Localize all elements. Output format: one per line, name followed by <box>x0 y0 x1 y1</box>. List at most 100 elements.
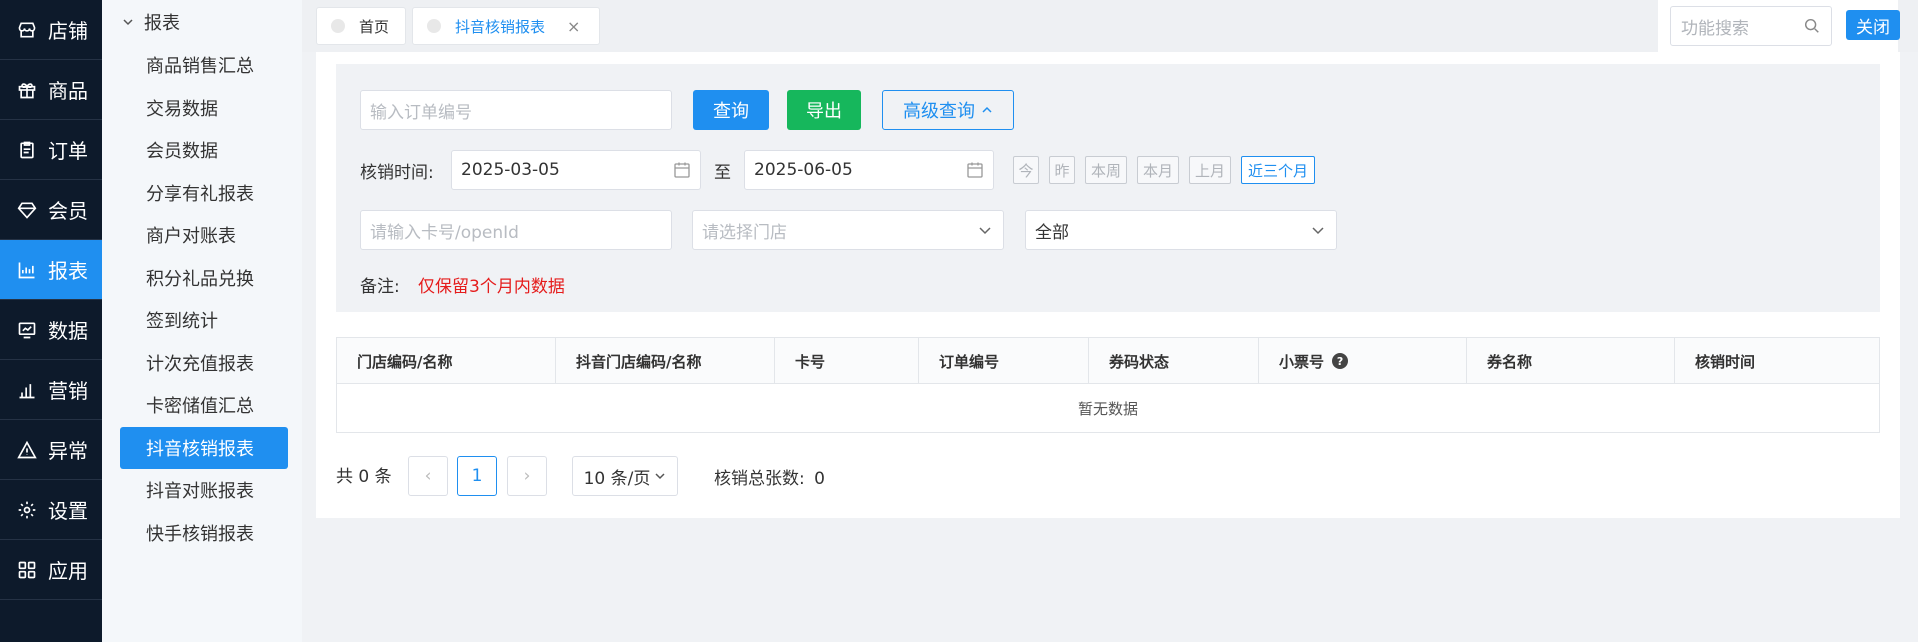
nav-label: 订单 <box>48 139 88 163</box>
chevron-down-icon <box>123 19 133 26</box>
verify-total-value: 0 <box>814 469 825 489</box>
subnav-group-header[interactable]: 报表 <box>102 0 302 44</box>
nav-item-orders[interactable]: 订单 <box>0 120 102 180</box>
subnav-item-goods-sales[interactable]: 商品销售汇总 <box>102 44 302 87</box>
range-separator: 至 <box>714 163 731 183</box>
total-count: 共 0 条 <box>336 467 392 487</box>
subnav-item-douyin-reconcile[interactable]: 抖音对账报表 <box>102 469 302 512</box>
calendar-icon <box>674 162 690 178</box>
table-header: 门店编码/名称 抖音门店编码/名称 卡号 订单编号 券码状态 小票号 ? 券名称… <box>337 338 1879 384</box>
chevron-down-icon <box>1312 227 1324 235</box>
col-order-no: 订单编号 <box>919 338 1089 384</box>
bar-chart-icon <box>16 259 38 281</box>
tab-label: 抖音核销报表 <box>455 17 546 36</box>
subnav-item-share-gift[interactable]: 分享有礼报表 <box>102 172 302 215</box>
quick-this-week[interactable]: 本周 <box>1085 156 1127 184</box>
nav-item-settings[interactable]: 设置 <box>0 480 102 540</box>
warning-icon <box>16 439 38 461</box>
col-douyin-store: 抖音门店编码/名称 <box>556 338 775 384</box>
advanced-query-button[interactable]: 高级查询 <box>882 90 1014 130</box>
store-icon <box>16 19 38 41</box>
col-verify-time: 核销时间 <box>1695 352 1756 371</box>
close-button[interactable]: 关闭 <box>1846 10 1900 40</box>
search-placeholder: 功能搜索 <box>1681 18 1749 39</box>
advanced-query-label: 高级查询 <box>903 101 975 122</box>
order-no-input[interactable]: 输入订单编号 <box>360 90 672 130</box>
nav-label: 设置 <box>48 499 88 523</box>
status-value: 全部 <box>1035 222 1069 243</box>
nav-item-members[interactable]: 会员 <box>0 180 102 240</box>
col-code-status: 券码状态 <box>1089 338 1259 384</box>
nav-label: 店铺 <box>48 19 88 43</box>
function-search-input[interactable]: 功能搜索 <box>1670 6 1832 46</box>
quick-today[interactable]: 今 <box>1013 156 1039 184</box>
status-select[interactable]: 全部 <box>1025 210 1337 250</box>
subnav-item-kuaishou-verify[interactable]: 快手核销报表 <box>102 512 302 555</box>
subnav-item-merchant-reconcile[interactable]: 商户对账表 <box>102 214 302 257</box>
verify-total-label: 核销总张数: <box>714 469 805 489</box>
order-no-placeholder: 输入订单编号 <box>370 102 472 123</box>
nav-label: 营销 <box>48 379 88 403</box>
subnav-group-title: 报表 <box>144 13 180 34</box>
column-chart-icon <box>16 379 38 401</box>
next-page-button[interactable]: › <box>507 456 547 496</box>
close-icon[interactable]: × <box>567 17 580 36</box>
tab-dot <box>427 19 441 33</box>
clipboard-icon <box>16 139 38 161</box>
store-placeholder: 请选择门店 <box>702 222 787 243</box>
subnav-item-count-recharge[interactable]: 计次充值报表 <box>102 342 302 385</box>
data-table: 门店编码/名称 抖音门店编码/名称 卡号 订单编号 券码状态 小票号 ? 券名称… <box>336 337 1880 433</box>
nav-label: 会员 <box>48 199 88 223</box>
subnav-item-douyin-verify[interactable]: 抖音核销报表 <box>120 426 288 469</box>
card-no-placeholder: 请输入卡号/openId <box>370 222 519 243</box>
nav-label: 异常 <box>48 439 88 463</box>
date-start-input[interactable]: 2025-03-05 <box>451 150 701 190</box>
chevron-up-icon <box>982 106 992 113</box>
grid-icon <box>16 559 38 581</box>
sub-nav: 报表 商品销售汇总 交易数据 会员数据 分享有礼报表 商户对账表 积分礼品兑换 … <box>102 0 302 642</box>
nav-item-goods[interactable]: 商品 <box>0 60 102 120</box>
chevron-down-icon <box>979 227 991 235</box>
prev-page-button[interactable]: ‹ <box>408 456 448 496</box>
tab-douyin-verify[interactable]: 抖音核销报表 × <box>412 7 600 45</box>
col-store: 门店编码/名称 <box>337 338 556 384</box>
help-icon[interactable]: ? <box>1332 353 1349 369</box>
col-receipt-no: 小票号 ? <box>1259 338 1467 384</box>
quick-yesterday[interactable]: 昨 <box>1049 156 1075 184</box>
main-nav: 店铺 商品 订单 会员 报表 数据 营销 异常 设置 应用 <box>0 0 102 642</box>
nav-label: 报表 <box>48 259 88 283</box>
nav-item-apps[interactable]: 应用 <box>0 540 102 600</box>
date-end-input[interactable]: 2025-06-05 <box>744 150 994 190</box>
nav-item-marketing[interactable]: 营销 <box>0 360 102 420</box>
tab-home[interactable]: 首页 <box>316 7 406 45</box>
date-start-value: 2025-03-05 <box>461 160 560 180</box>
chevron-down-icon <box>655 473 665 480</box>
quick-last-month[interactable]: 上月 <box>1189 156 1231 184</box>
page-size-select[interactable]: 10 条/页 <box>572 456 678 496</box>
nav-item-store[interactable]: 店铺 <box>0 0 102 60</box>
subnav-item-checkin[interactable]: 签到统计 <box>102 299 302 342</box>
quick-this-month[interactable]: 本月 <box>1137 156 1179 184</box>
export-button[interactable]: 导出 <box>787 90 861 130</box>
nav-label: 商品 <box>48 79 88 103</box>
card-no-input[interactable]: 请输入卡号/openId <box>360 210 672 250</box>
nav-item-data[interactable]: 数据 <box>0 300 102 360</box>
subnav-item-trade-data[interactable]: 交易数据 <box>102 87 302 130</box>
tab-dot <box>331 19 345 33</box>
tab-label: 首页 <box>359 17 390 36</box>
gear-icon <box>16 499 38 521</box>
col-coupon-name: 券名称 <box>1467 338 1675 384</box>
page-1-button[interactable]: 1 <box>457 456 497 496</box>
quick-last-three-months[interactable]: 近三个月 <box>1241 156 1315 184</box>
subnav-item-points-gift[interactable]: 积分礼品兑换 <box>102 257 302 300</box>
calendar-icon <box>967 162 983 178</box>
col-card-no: 卡号 <box>775 338 919 384</box>
note-text: 仅保留3个月内数据 <box>418 277 565 297</box>
nav-item-exceptions[interactable]: 异常 <box>0 420 102 480</box>
subnav-item-member-data[interactable]: 会员数据 <box>102 129 302 172</box>
nav-item-reports[interactable]: 报表 <box>0 240 102 300</box>
empty-state: 暂无数据 <box>1077 399 1138 418</box>
query-button[interactable]: 查询 <box>693 90 769 130</box>
store-select[interactable]: 请选择门店 <box>692 210 1004 250</box>
subnav-item-card-stored-value[interactable]: 卡密储值汇总 <box>102 384 302 427</box>
